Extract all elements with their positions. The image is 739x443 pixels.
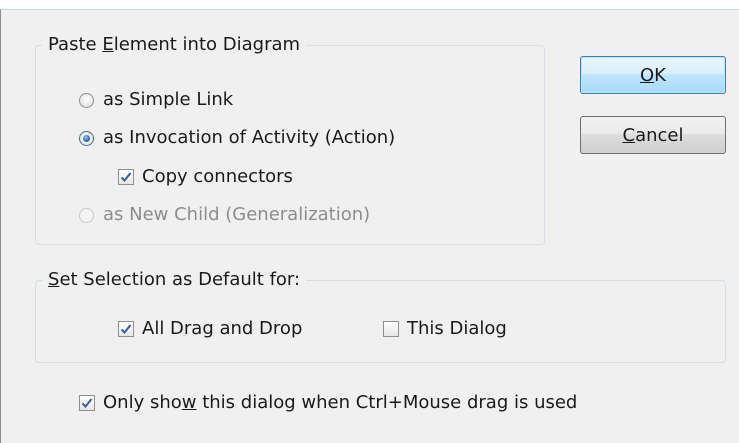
radio-simple-link-label: as Simple Link	[103, 89, 234, 110]
paste-element-legend: Paste Element into Diagram	[42, 34, 307, 56]
checkmark-icon	[81, 398, 93, 408]
radio-new-child-label: as New Child (Generalization)	[103, 204, 371, 225]
checkbox-only-show-label: Only show this dialog when Ctrl+Mouse dr…	[103, 392, 578, 413]
ok-button-mnemonic: O	[640, 64, 655, 86]
radio-invocation-indicator[interactable]	[79, 130, 94, 146]
radio-new-child[interactable]: as New Child (Generalization)	[79, 204, 370, 226]
checkbox-copy-connectors-label: Copy connectors	[142, 166, 293, 187]
checkbox-copy-connectors[interactable]: Copy connectors	[118, 166, 293, 188]
checkbox-this-dialog[interactable]: This Dialog	[383, 318, 507, 340]
checkbox-all-drag-drop[interactable]: All Drag and Drop	[118, 318, 302, 340]
checkbox-only-show-box[interactable]	[79, 395, 95, 411]
checkbox-this-dialog-label: This Dialog	[407, 318, 507, 339]
cancel-button-mnemonic: C	[622, 124, 636, 146]
radio-invocation[interactable]: as Invocation of Activity (Action)	[79, 127, 395, 149]
radio-invocation-label: as Invocation of Activity (Action)	[103, 127, 396, 148]
checkbox-copy-connectors-box[interactable]	[118, 169, 134, 185]
radio-new-child-indicator[interactable]	[79, 207, 94, 223]
checkmark-icon	[120, 172, 132, 182]
radio-simple-link-indicator[interactable]	[79, 92, 94, 108]
ok-button-label: K	[654, 64, 666, 86]
radio-simple-link[interactable]: as Simple Link	[79, 89, 233, 111]
default-selection-legend: Set Selection as Default for:	[42, 269, 307, 291]
checkbox-this-dialog-box[interactable]	[383, 321, 399, 337]
cancel-button-label: ancel	[635, 124, 684, 146]
checkmark-icon	[120, 324, 132, 334]
ok-button[interactable]: OK	[580, 56, 726, 94]
checkbox-only-show[interactable]: Only show this dialog when Ctrl+Mouse dr…	[79, 392, 577, 414]
checkbox-all-drag-drop-box[interactable]	[118, 321, 134, 337]
cancel-button[interactable]: Cancel	[580, 116, 726, 154]
checkbox-all-drag-drop-label: All Drag and Drop	[142, 318, 303, 339]
